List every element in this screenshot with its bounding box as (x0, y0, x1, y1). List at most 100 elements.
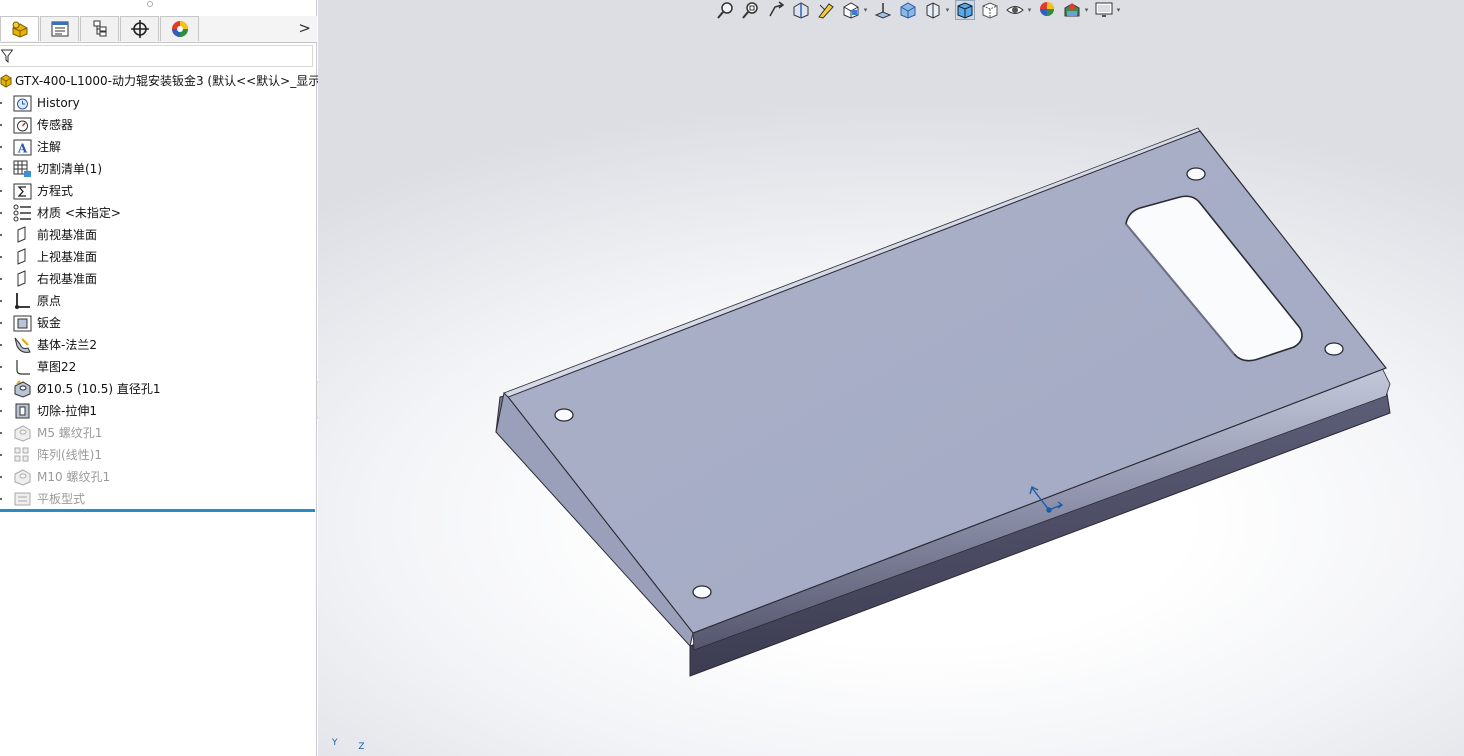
configuration-icon (93, 20, 106, 37)
tree-item-material[interactable]: 材质 <未指定> (0, 202, 310, 224)
tree-connector (0, 322, 2, 324)
tree-item-label: 切割清单(1) (37, 162, 102, 176)
tree-item-label: 草图22 (37, 360, 77, 374)
tree-connector (0, 300, 2, 302)
tree-item-label: 注解 (37, 140, 62, 154)
mounting-hole (554, 408, 574, 422)
tree-item-extruded-cut[interactable]: 切除-拉伸1 (0, 400, 310, 422)
tree-item-label: 切除-拉伸1 (37, 404, 97, 418)
origin-icon (15, 293, 30, 309)
tree-item-sheet-metal[interactable]: 钣金 (0, 312, 310, 334)
tree-connector (0, 432, 2, 434)
sketch-icon (16, 360, 30, 375)
plane-icon (17, 248, 26, 265)
base-flange-icon (14, 337, 31, 353)
tree-connector (0, 124, 2, 126)
tree-item-label: 阵列(线性)1 (37, 448, 102, 462)
tree-item-annotations[interactable]: A 注解 (0, 136, 310, 158)
tree-item-label: 平板型式 (37, 492, 86, 506)
feature-manager-panel: > GTX-400-L1000-动力辊安装钣金3 (默认<<默认>_显示 His… (0, 0, 320, 756)
triad-z-label: Z (358, 742, 365, 752)
configurationmanager-tab[interactable] (80, 16, 119, 41)
tree-item-label: 传感器 (37, 118, 74, 132)
tree-item-label: 方程式 (37, 184, 74, 198)
tree-item-label: M5 螺纹孔1 (37, 426, 103, 440)
appearance-icon (171, 21, 188, 37)
panel-tab-bar: > (0, 16, 317, 43)
tree-connector (0, 212, 2, 214)
part-icon (0, 74, 12, 88)
tree-connector (0, 190, 2, 192)
hole-wizard-icon (14, 380, 31, 398)
tree-item-cut-list[interactable]: 切割清单(1) (0, 158, 310, 180)
cut-list-icon (13, 160, 31, 177)
tree-item-label: 基体-法兰2 (37, 338, 97, 352)
mounting-hole (1324, 342, 1344, 356)
tree-root[interactable]: GTX-400-L1000-动力辊安装钣金3 (默认<<默认>_显示 (0, 70, 320, 90)
tree-item-label: 上视基准面 (37, 250, 98, 264)
tree-connector (0, 366, 2, 368)
extruded-cut-icon (15, 403, 30, 419)
tree-item-label: 钣金 (37, 316, 62, 330)
tree-item-label: 右视基准面 (37, 272, 98, 286)
tree-item-sketch[interactable]: 草图22 (0, 356, 310, 378)
sensor-icon (13, 117, 32, 134)
tree-item-label: 材质 <未指定> (37, 206, 121, 220)
tree-connector (0, 476, 2, 478)
tree-item-diameter-hole[interactable]: Ø10.5 (10.5) 直径孔1 (0, 378, 310, 400)
hole-wizard-icon (14, 425, 31, 442)
tree-item-label: 前视基准面 (37, 228, 98, 242)
tree-connector (0, 256, 2, 258)
tree-connector (0, 344, 2, 346)
annotation-icon: A (13, 139, 32, 156)
tree-item-m10-tapped-hole[interactable]: M10 螺纹孔1 (0, 466, 310, 488)
part-model[interactable] (318, 0, 1464, 756)
tree-connector (0, 498, 2, 500)
sheet-metal-icon (13, 315, 32, 332)
displaymanager-tab[interactable] (160, 16, 199, 41)
plane-icon (17, 270, 26, 287)
plane-icon (17, 226, 26, 243)
tree-item-top-plane[interactable]: 上视基准面 (0, 246, 310, 268)
tree-connector (0, 102, 2, 104)
tree-item-label: History (37, 96, 80, 110)
expand-tabs-button[interactable]: > (298, 19, 311, 37)
tree-item-right-plane[interactable]: 右视基准面 (0, 268, 310, 290)
tree-item-label: 原点 (37, 294, 62, 308)
graphics-area[interactable]: ▾ ▾ ▾ ▾ ▾ Y Z (318, 0, 1464, 756)
flat-pattern-icon (14, 492, 31, 506)
dimxpertmanager-tab[interactable] (120, 16, 159, 41)
panel-grip[interactable] (147, 1, 153, 7)
tree-connector (0, 454, 2, 456)
hole-wizard-icon (14, 469, 31, 486)
tree-item-linear-pattern[interactable]: 阵列(线性)1 (0, 444, 310, 466)
tree-connector (0, 234, 2, 236)
part-icon (12, 21, 27, 38)
tree-connector (0, 388, 2, 390)
tree-item-base-flange[interactable]: 基体-法兰2 (0, 334, 310, 356)
tree-item-equations[interactable]: 方程式 (0, 180, 310, 202)
history-icon (13, 95, 32, 112)
tree-item-label: M10 螺纹孔1 (37, 470, 111, 484)
sheet-metal-body (495, 127, 1391, 677)
mounting-hole (692, 585, 712, 599)
tree-filter-field[interactable] (0, 45, 313, 67)
rollback-bar[interactable] (0, 509, 315, 512)
tree-connector (0, 410, 2, 412)
tree-item-sensors[interactable]: 传感器 (0, 114, 310, 136)
propertymanager-tab[interactable] (40, 16, 79, 41)
tree-item-origin[interactable]: 原点 (0, 290, 310, 312)
tree-item-m5-tapped-hole[interactable]: M5 螺纹孔1 (0, 422, 310, 444)
filter-icon (1, 49, 13, 63)
equation-icon (13, 183, 32, 200)
tree-item-front-plane[interactable]: 前视基准面 (0, 224, 310, 246)
featuremanager-tab[interactable] (0, 16, 39, 41)
tree-connector (0, 146, 2, 148)
reference-triad: Y Z (332, 738, 365, 752)
tree-item-history[interactable]: History (0, 92, 310, 114)
svg-text:A: A (17, 142, 28, 156)
property-icon (51, 21, 68, 37)
tree-connector (0, 168, 2, 170)
tree-connector (0, 278, 2, 280)
tree-item-flat-pattern[interactable]: 平板型式 (0, 488, 310, 510)
